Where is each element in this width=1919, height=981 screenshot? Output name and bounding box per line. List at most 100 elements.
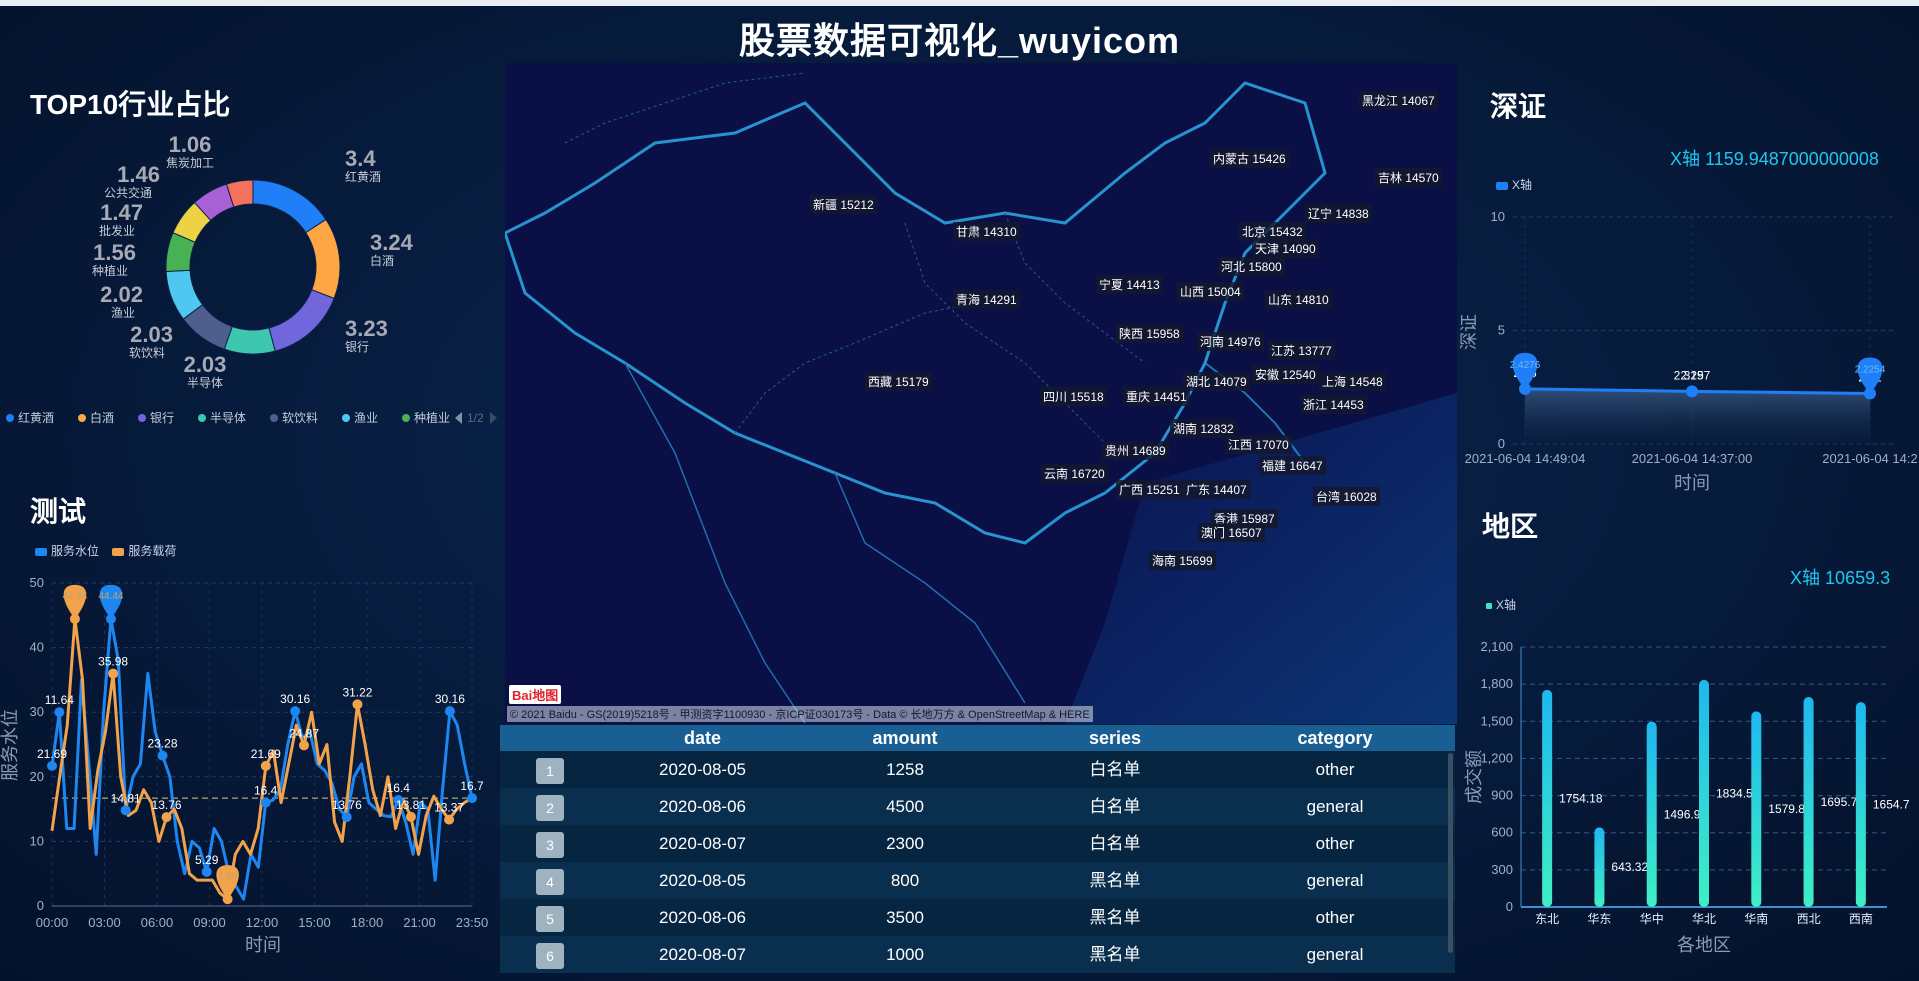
data-point[interactable] (120, 805, 131, 816)
y-tick-label: 5 (1498, 323, 1505, 338)
pie-legend-marker[interactable] (270, 414, 278, 422)
province-label: 云南 16720 (1041, 464, 1108, 483)
cell-date: 2020-08-05 (659, 871, 746, 890)
table-row[interactable]: 1 2020-08-05 1258 白名单 other (500, 751, 1455, 788)
bar[interactable] (1803, 697, 1814, 907)
cell-category: general (1306, 945, 1364, 964)
data-point[interactable] (201, 866, 212, 877)
data-label: 2.3197 (1674, 368, 1711, 382)
pie-legend-label[interactable]: 红黄酒 (18, 410, 54, 425)
data-label: 30.16 (435, 692, 465, 706)
province-label: 河北 15800 (1218, 257, 1285, 276)
pie-legend-label[interactable]: 银行 (150, 411, 174, 425)
data-point[interactable] (444, 814, 455, 825)
table-row[interactable]: 2 2020-08-06 4500 白名单 general (500, 788, 1455, 825)
table-row[interactable]: 3 2020-08-07 2300 白名单 other (500, 825, 1455, 862)
shenzheng-area-chart: 05102.362.252.322.42762.22542.31972021-0… (1459, 209, 1918, 493)
pie-legend-label[interactable]: 渔业 (354, 411, 378, 425)
rank-badge: 6 (536, 942, 564, 969)
pie-legend-label[interactable]: 半导体 (210, 411, 246, 425)
x-tick-label: 18:00 (351, 915, 384, 930)
line-legend: 服务水位 服务载荷 (35, 542, 176, 559)
table-row[interactable]: 6 2020-08-07 1000 黑名单 general (500, 936, 1455, 973)
y-axis-title: 成交额 (1464, 750, 1484, 804)
bar[interactable] (1699, 679, 1709, 907)
data-point[interactable] (260, 797, 271, 808)
bar[interactable] (1542, 689, 1553, 907)
pie-legend-marker[interactable] (342, 414, 350, 422)
x-tick-label: 西南 (1849, 911, 1873, 926)
data-point[interactable] (444, 706, 455, 717)
y-tick-label: 30 (30, 704, 44, 719)
x-tick-label: 23:50 (456, 915, 489, 930)
province-label: 澳门 16507 (1198, 523, 1265, 542)
shenzheng-legend[interactable]: X轴 (1496, 176, 1532, 193)
data-point[interactable] (352, 699, 363, 710)
data-point[interactable] (467, 793, 477, 804)
pie-slice[interactable] (305, 218, 341, 300)
pie-legend-marker[interactable] (402, 414, 410, 422)
pie-value-label: 1.56 (93, 240, 136, 265)
legend-prev-icon[interactable] (455, 412, 462, 424)
pie-value-label: 2.02 (100, 282, 143, 307)
legend-next-icon[interactable] (490, 412, 497, 424)
table-row[interactable]: 5 2020-08-06 3500 黑名单 other (500, 899, 1455, 936)
pie-value-label: 1.06 (169, 132, 212, 157)
pie-category-label: 公共交通 (104, 185, 152, 200)
table-row[interactable]: 4 2020-08-05 800 黑名单 general (500, 862, 1455, 899)
data-point[interactable] (260, 760, 271, 771)
bar[interactable] (1855, 702, 1866, 907)
table-scrollbar[interactable] (1448, 753, 1453, 953)
pie-legend-marker[interactable] (198, 414, 206, 422)
province-label: 广东 14407 (1183, 480, 1250, 499)
data-point[interactable] (299, 740, 309, 751)
pie-slice[interactable] (268, 289, 335, 352)
pie-slice[interactable] (223, 325, 276, 355)
cell-amount: 3500 (886, 908, 924, 927)
province-label: 海南 15699 (1149, 551, 1216, 570)
legend-item-service-load[interactable]: 服务载荷 (112, 544, 176, 558)
table-header: date amount series category (500, 725, 1455, 751)
pie-legend-marker[interactable] (138, 414, 146, 422)
cell-date: 2020-08-05 (659, 760, 746, 779)
data-point[interactable] (157, 750, 168, 761)
y-tick-label: 900 (1491, 788, 1513, 803)
province-label: 安徽 12540 (1252, 365, 1319, 384)
pie-legend-label[interactable]: 白酒 (90, 410, 114, 425)
bar[interactable] (1751, 711, 1762, 907)
china-map[interactable]: 黑龙江 14067 内蒙古 15426 吉林 14570 新疆 15212 甘肃… (505, 63, 1457, 724)
data-point[interactable] (47, 760, 57, 771)
x-axis-title: 时间 (245, 935, 281, 955)
data-label: 44.44 (62, 591, 87, 602)
bar[interactable] (1594, 827, 1605, 907)
pie-legend-label[interactable]: 种植业 (414, 410, 450, 425)
data-point[interactable] (161, 812, 172, 823)
province-label: 江苏 13777 (1268, 341, 1335, 360)
province-label: 广西 15251 (1116, 480, 1183, 499)
province-label: 内蒙古 15426 (1210, 149, 1289, 168)
pie-legend-label[interactable]: 软饮料 (282, 411, 318, 425)
cell-category: other (1315, 760, 1355, 779)
pie-legend-marker[interactable] (6, 414, 14, 422)
province-label: 山东 14810 (1265, 290, 1332, 309)
cell-category: other (1315, 834, 1355, 853)
map-borders (505, 63, 1457, 724)
data-point[interactable] (108, 668, 119, 679)
data-point[interactable] (54, 707, 65, 718)
data-label: 13.76 (152, 798, 182, 812)
pie-slice[interactable] (252, 179, 327, 234)
pie-legend-marker[interactable] (78, 414, 86, 422)
province-label: 新疆 15212 (810, 195, 877, 214)
baidu-logo[interactable]: Bai地图 (509, 685, 562, 704)
data-label: 1.06 (218, 871, 238, 882)
x-tick-label: 华中 (1640, 911, 1664, 926)
legend-item-service-level[interactable]: 服务水位 (35, 544, 99, 558)
bar[interactable] (1646, 721, 1657, 907)
region-legend[interactable]: X轴 (1486, 596, 1516, 613)
x-axis-title: 各地区 (1677, 935, 1731, 955)
data-point[interactable] (1686, 385, 1698, 398)
data-point[interactable] (341, 812, 352, 823)
header-rank (500, 725, 600, 751)
data-point[interactable] (405, 811, 416, 822)
data-point[interactable] (290, 706, 301, 717)
